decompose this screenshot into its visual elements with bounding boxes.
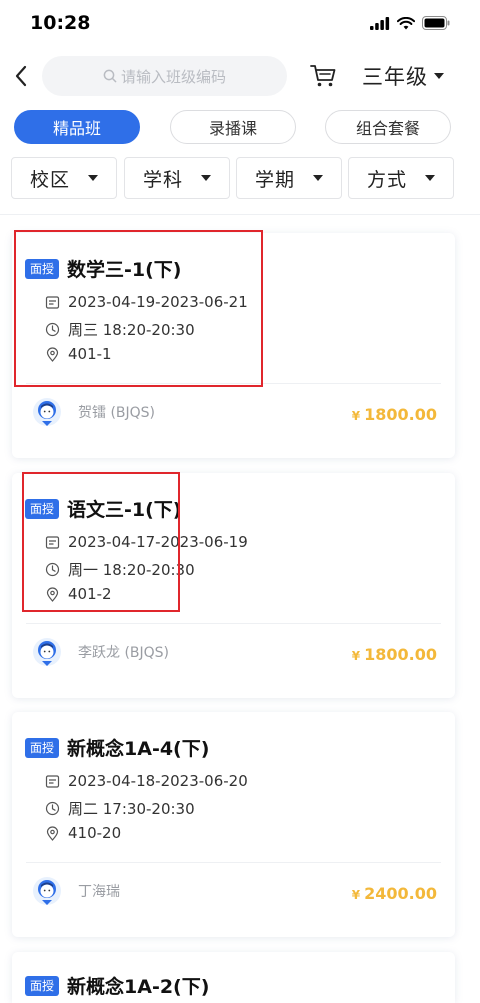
cart-button[interactable] [306, 60, 340, 92]
teacher-avatar [33, 877, 61, 905]
wifi-icon [397, 16, 415, 29]
mode-tag: 面授 [25, 975, 60, 996]
teacher-name: 丁海瑞 [78, 884, 120, 900]
filter-row: 校区 学科 学期 方式 [0, 157, 480, 199]
date-range: 2023-04-18-2023-06-20 [68, 772, 248, 790]
search-icon [103, 69, 117, 83]
caret-down-icon [425, 175, 435, 181]
status-bar: 10:28 [0, 0, 480, 48]
teacher: 李跃龙 (BJQS) [32, 637, 169, 667]
teacher-avatar [33, 398, 61, 426]
price-value: 1800.00 [364, 405, 437, 424]
price-value: 1800.00 [364, 645, 437, 664]
teacher: 丁海瑞 [32, 876, 120, 906]
divider [0, 214, 480, 215]
caret-down-icon [313, 175, 323, 181]
schedule: 周二 17:30-20:30 [68, 800, 195, 818]
status-icons [370, 16, 450, 30]
card-header: 面授 新概念1A-2(下) [25, 972, 209, 999]
search-placeholder: 请输入班级编码 [120, 67, 226, 86]
course-title: 新概念1A-4(下) [67, 738, 210, 760]
status-time: 10:28 [30, 12, 91, 34]
course-card[interactable]: 面授 新概念1A-4(下) 2023-04-18-2023-06-20 周二 1… [12, 712, 455, 937]
currency-symbol: ¥ [351, 649, 361, 663]
schedule-row: 周二 17:30-20:30 [44, 798, 195, 819]
teacher: 贺镭 (BJQS) [32, 397, 155, 427]
card-divider [26, 623, 441, 624]
highlight-box [14, 230, 263, 387]
teacher-name: 李跃龙 (BJQS) [78, 645, 170, 661]
battery-icon [422, 16, 450, 30]
filter-term-label: 学期 [254, 168, 295, 191]
price: ¥1800.00 [352, 405, 437, 424]
caret-down-icon [201, 175, 211, 181]
cart-icon [310, 65, 336, 87]
currency-symbol: ¥ [351, 888, 361, 902]
filter-mode-label: 方式 [366, 168, 407, 191]
room-row: 410-20 [44, 824, 121, 842]
filter-campus[interactable]: 校区 [11, 157, 117, 199]
card-divider [26, 862, 441, 863]
location-pin-icon [44, 825, 60, 841]
back-button[interactable] [6, 60, 36, 92]
caret-down-icon [88, 175, 98, 181]
teacher-avatar [33, 638, 61, 666]
filter-subject-label: 学科 [142, 168, 183, 191]
grade-label: 三年级 [362, 65, 428, 89]
teacher-name: 贺镭 (BJQS) [78, 405, 156, 421]
card-header: 面授 新概念1A-4(下) [25, 734, 209, 761]
calendar-icon [44, 773, 60, 789]
currency-symbol: ¥ [351, 409, 361, 423]
tab-premium-class[interactable]: 精品班 [14, 110, 140, 144]
room: 410-20 [68, 824, 122, 842]
highlight-box [22, 472, 180, 612]
caret-down-icon [434, 73, 444, 79]
nav-bar: 请输入班级编码 三年级 [0, 54, 480, 98]
tab-bundle-package[interactable]: 组合套餐 [325, 110, 451, 144]
price-value: 2400.00 [364, 884, 437, 903]
chevron-left-icon [15, 65, 27, 87]
filter-campus-label: 校区 [29, 168, 70, 191]
date-row: 2023-04-18-2023-06-20 [44, 772, 248, 790]
filter-subject[interactable]: 学科 [124, 157, 230, 199]
course-type-tabs: 精品班 录播课 组合套餐 [0, 110, 480, 146]
clock-icon [44, 801, 60, 817]
filter-mode[interactable]: 方式 [348, 157, 454, 199]
price: ¥2400.00 [352, 884, 437, 903]
tab-recorded-course[interactable]: 录播课 [170, 110, 296, 144]
course-title: 新概念1A-2(下) [67, 976, 210, 998]
filter-term[interactable]: 学期 [236, 157, 342, 199]
grade-selector[interactable]: 三年级 [362, 60, 444, 92]
price: ¥1800.00 [352, 645, 437, 664]
mode-tag: 面授 [25, 737, 60, 758]
search-input[interactable]: 请输入班级编码 [42, 56, 287, 96]
course-card[interactable]: 面授 新概念1A-2(下) [12, 952, 455, 1003]
signal-icon [370, 16, 390, 30]
